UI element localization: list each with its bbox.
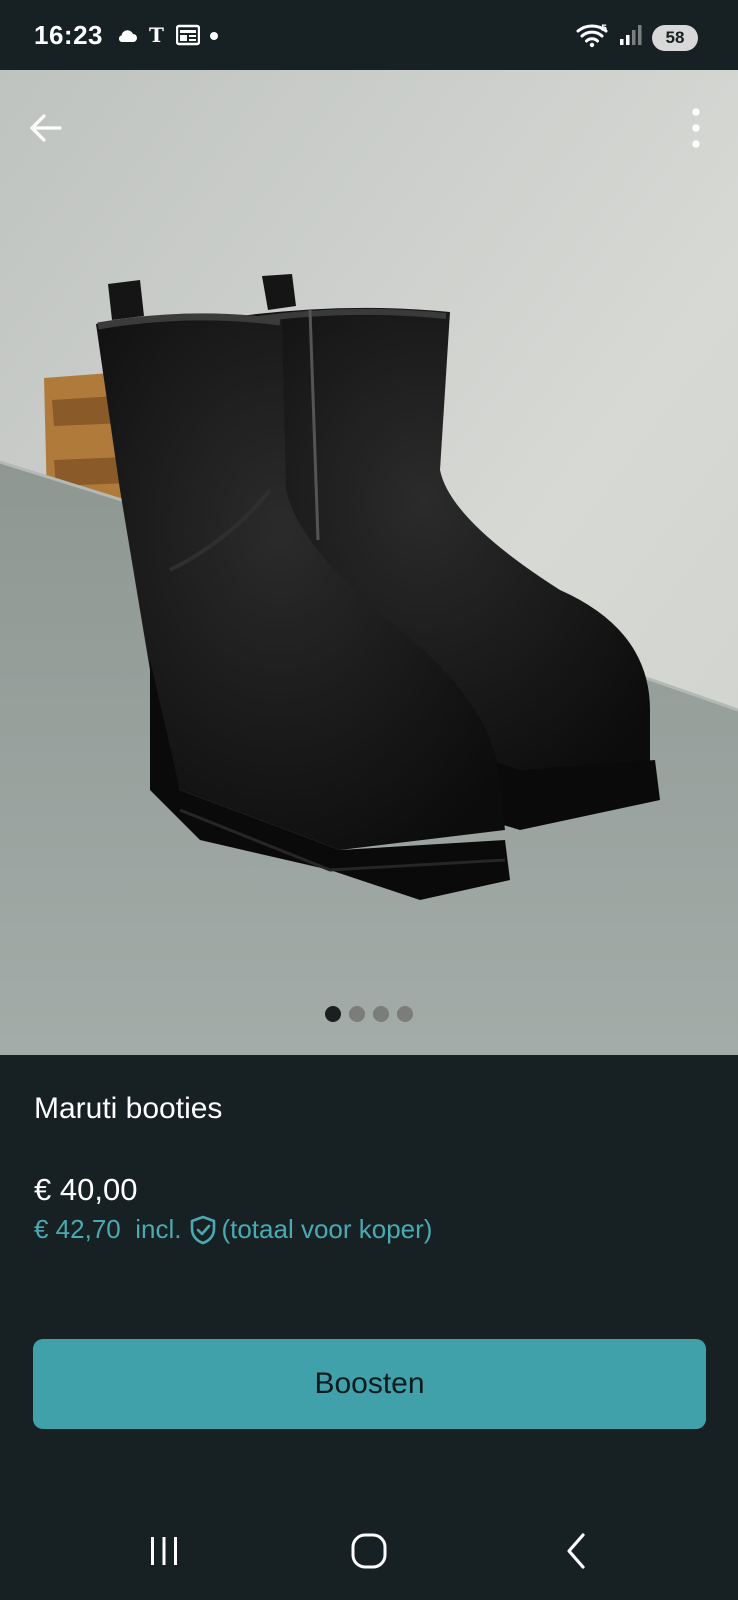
status-bar: 16:23 T 5 58 <box>0 0 738 70</box>
home-button[interactable] <box>339 1528 399 1574</box>
svg-text:5: 5 <box>601 24 607 34</box>
product-image-carousel[interactable] <box>0 70 738 1055</box>
cloud-icon <box>116 27 138 48</box>
system-navigation-bar <box>0 1500 738 1600</box>
status-time: 16:23 <box>34 20 103 50</box>
carousel-indicator <box>0 1006 738 1022</box>
chevron-left-icon <box>567 1533 585 1569</box>
notification-icons: T <box>116 23 220 51</box>
price-incl-line[interactable]: € 42,70 incl. (totaal voor koper) <box>34 1214 432 1245</box>
svg-text:T: T <box>149 24 164 46</box>
carousel-dot-1[interactable] <box>325 1006 341 1022</box>
listing-title: Maruti booties <box>34 1092 223 1125</box>
recent-apps-icon <box>151 1537 177 1565</box>
wifi-icon: 5 <box>576 22 610 53</box>
system-icons: 5 58 <box>576 22 698 53</box>
signal-icon <box>618 23 644 52</box>
listing-price: € 40,00 <box>34 1172 138 1207</box>
price-incl-amount: € 42,70 <box>34 1214 121 1244</box>
dot-icon <box>208 29 220 47</box>
carousel-dot-4[interactable] <box>397 1006 413 1022</box>
home-icon <box>351 1533 387 1569</box>
price-incl-note: (totaal voor koper) <box>221 1214 433 1244</box>
product-photo <box>0 70 738 1055</box>
boost-button[interactable]: Boosten <box>33 1339 706 1429</box>
back-nav-button[interactable] <box>547 1528 607 1574</box>
more-vertical-icon <box>692 108 700 148</box>
arrow-left-icon <box>30 114 62 142</box>
battery-icon: 58 <box>652 24 698 51</box>
carousel-dot-2[interactable] <box>349 1006 365 1022</box>
more-options-button[interactable] <box>676 104 716 152</box>
recent-apps-button[interactable] <box>134 1528 194 1574</box>
shield-check-icon <box>189 1215 217 1245</box>
carousel-dot-3[interactable] <box>373 1006 389 1022</box>
telegraaf-icon: T <box>146 23 168 51</box>
price-incl-label: incl. <box>135 1214 182 1244</box>
back-button[interactable] <box>22 104 70 152</box>
news-icon <box>175 24 201 51</box>
